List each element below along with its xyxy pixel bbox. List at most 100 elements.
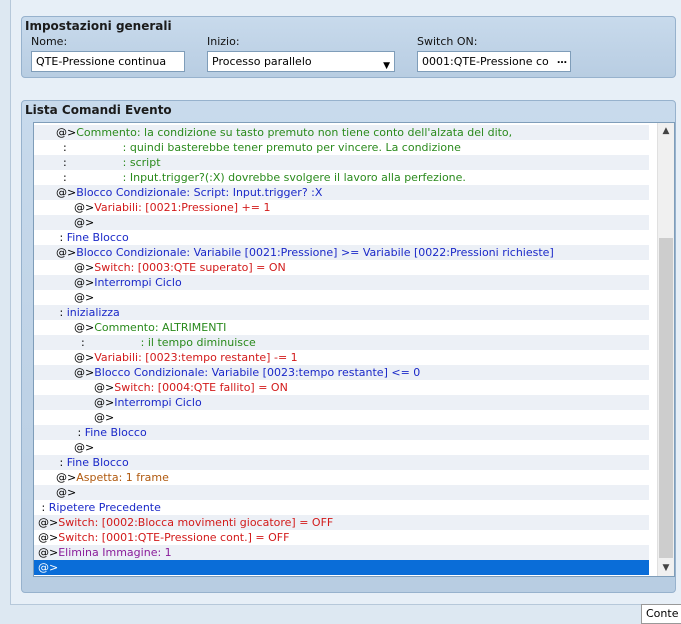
scroll-up-icon[interactable]: ▲ [658,123,674,139]
command-text: Blocco Condizionale: Script: Input.trigg… [76,186,323,199]
vertical-scrollbar[interactable]: ▲ ▼ [657,123,674,576]
start-select-value: Processo parallelo [212,55,312,68]
event-command-row[interactable]: @>Interrompi Ciclo [34,275,649,290]
command-text: Switch: [0002:Blocca movimenti giocatore… [58,516,334,529]
event-command-row[interactable]: @> [34,485,649,500]
event-commands-group: Lista Comandi Evento @>Commento: la cond… [21,100,676,593]
command-text: Fine Blocco [63,456,129,469]
event-command-list[interactable]: @>Commento: la condizione su tasto premu… [33,122,675,577]
switch-on-value: 0001:QTE-Pressione co [422,55,549,68]
command-prefix: @> [74,216,95,229]
chevron-down-icon[interactable]: ▼ [383,57,390,71]
event-command-row[interactable]: : Fine Blocco [34,425,649,440]
event-command-row[interactable]: @>Interrompi Ciclo [34,395,649,410]
command-prefix: @> [74,201,95,214]
event-command-row[interactable]: : : script [34,155,649,170]
scrollbar-thumb[interactable] [659,238,673,558]
event-command-row[interactable]: : : Input.trigger?(:X) dovrebbe svolgere… [34,170,649,185]
command-prefix: @> [74,366,95,379]
command-prefix: @> [56,246,77,259]
command-prefix: @> [56,186,77,199]
event-command-row[interactable]: @> [34,290,649,305]
command-text: Interrompi Ciclo [114,396,202,409]
name-input-value: QTE-Pressione continua [36,55,167,68]
event-commands-title: Lista Comandi Evento [25,103,172,117]
event-command-row[interactable]: @>Elimina Immagine: 1 [34,545,649,560]
event-command-row[interactable]: : Fine Blocco [34,455,649,470]
command-prefix: @> [38,516,59,529]
event-command-row[interactable]: @>Blocco Condizionale: Variabile [0021:P… [34,245,649,260]
switch-browse-button[interactable]: … [555,53,569,70]
event-command-row[interactable]: : : il tempo diminuisce [34,335,649,350]
name-label: Nome: [31,35,68,48]
command-text: : Input.trigger?(:X) dovrebbe svolgere i… [66,171,466,184]
event-command-row[interactable]: @>Aspetta: 1 frame [34,470,649,485]
command-prefix: @> [56,486,77,499]
command-prefix: : [74,336,85,349]
command-prefix: @> [74,291,95,304]
command-text: Blocco Condizionale: Variabile [0021:Pre… [76,246,554,259]
event-command-row[interactable]: @> [34,410,649,425]
event-command-row[interactable]: @>Switch: [0002:Blocca movimenti giocato… [34,515,649,530]
command-text: Aspetta: 1 frame [76,471,169,484]
command-prefix: @> [74,276,95,289]
command-prefix: @> [56,471,77,484]
start-label: Inizio: [207,35,240,48]
command-text: : il tempo diminuisce [84,336,256,349]
command-prefix: @> [38,531,59,544]
command-text: Fine Blocco [63,231,129,244]
command-text: Variabili: [0023:tempo restante] -= 1 [94,351,298,364]
event-command-row[interactable]: @>Variabili: [0023:tempo restante] -= 1 [34,350,649,365]
name-input[interactable]: QTE-Pressione continua [31,51,185,72]
command-prefix: @> [74,441,95,454]
event-command-row[interactable]: @> [34,560,649,575]
event-command-row[interactable]: @>Blocco Condizionale: Script: Input.tri… [34,185,649,200]
scroll-down-icon[interactable]: ▼ [658,560,674,576]
event-command-row[interactable]: @>Blocco Condizionale: Variabile [0023:t… [34,365,649,380]
event-command-row[interactable]: @>Commento: ALTRIMENTI [34,320,649,335]
event-command-row[interactable]: @>Switch: [0003:QTE superato] = ON [34,260,649,275]
command-prefix: @> [56,126,77,139]
event-command-row[interactable]: : inizializza [34,305,649,320]
tooltip: Conte [641,604,681,624]
switch-on-label: Switch ON: [417,35,478,48]
event-command-row[interactable]: @> [34,215,649,230]
switch-on-field[interactable]: 0001:QTE-Pressione co … [417,51,571,72]
command-prefix: @> [94,396,115,409]
command-prefix: : [56,156,67,169]
command-prefix: @> [74,321,95,334]
command-prefix: @> [38,561,59,574]
event-command-row[interactable]: @>Switch: [0001:QTE-Pressione cont.] = O… [34,530,649,545]
command-prefix: : [56,171,67,184]
event-command-row[interactable]: @>Switch: [0004:QTE fallito] = ON [34,380,649,395]
command-text: Elimina Immagine: 1 [58,546,172,559]
general-settings-title: Impostazioni generali [25,19,172,33]
event-command-row[interactable]: : Fine Blocco [34,230,649,245]
command-prefix: : [56,141,67,154]
general-settings-group: Impostazioni generali Nome: QTE-Pression… [21,16,676,78]
command-text: Interrompi Ciclo [94,276,182,289]
command-text: Commento: ALTRIMENTI [94,321,227,334]
event-command-row[interactable]: @>Variabili: [0021:Pressione] += 1 [34,200,649,215]
command-text: Switch: [0004:QTE fallito] = ON [114,381,288,394]
command-text: Switch: [0001:QTE-Pressione cont.] = OFF [58,531,290,544]
event-command-rows: @>Commento: la condizione su tasto premu… [34,125,649,575]
command-text: Switch: [0003:QTE superato] = ON [94,261,286,274]
command-text: Commento: la condizione su tasto premuto… [76,126,513,139]
event-command-row[interactable]: : : quindi basterebbe tener premuto per … [34,140,649,155]
command-prefix: @> [38,546,59,559]
command-prefix: @> [94,411,115,424]
command-text: inizializza [63,306,120,319]
command-prefix: @> [94,381,115,394]
command-prefix: @> [74,261,95,274]
event-command-row[interactable]: : Ripetere Precedente [34,500,649,515]
command-prefix: @> [74,351,95,364]
command-text: Variabili: [0021:Pressione] += 1 [94,201,271,214]
start-select[interactable]: Processo parallelo ▼ [207,51,395,72]
command-text: Fine Blocco [81,426,147,439]
command-text: : quindi basterebbe tener premuto per vi… [66,141,461,154]
event-command-row[interactable]: @>Commento: la condizione su tasto premu… [34,125,649,140]
event-command-row[interactable]: @> [34,440,649,455]
command-text: Ripetere Precedente [45,501,161,514]
command-text: Blocco Condizionale: Variabile [0023:tem… [94,366,421,379]
